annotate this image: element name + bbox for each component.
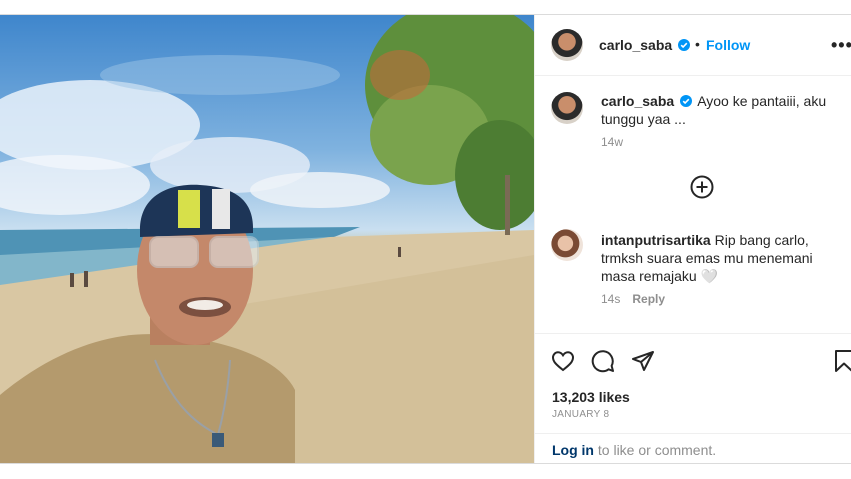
login-divider	[535, 433, 851, 434]
actions-divider	[535, 333, 851, 334]
verified-badge-icon	[680, 95, 693, 107]
paper-plane-icon[interactable]	[631, 349, 655, 373]
bookmark-icon[interactable]	[832, 349, 851, 373]
reply-button[interactable]: Reply	[632, 292, 665, 306]
header-separator: •	[695, 36, 700, 52]
comment-meta: 14s Reply	[601, 292, 665, 306]
caption-username[interactable]: carlo_saba	[601, 93, 674, 109]
caption-avatar[interactable]	[551, 92, 583, 124]
beach-selfie-illustration	[0, 15, 534, 463]
comment-text-block: intanputrisartika Rip bang carlo, trmksh…	[601, 231, 841, 285]
caption-age[interactable]: 14w	[601, 135, 623, 149]
post-date[interactable]: JANUARY 8	[552, 409, 609, 420]
verified-badge-icon	[678, 39, 690, 51]
more-options-button[interactable]: •••	[831, 35, 851, 56]
follow-button[interactable]: Follow	[706, 37, 750, 53]
login-prompt: Log in to like or comment.	[552, 442, 716, 458]
login-link[interactable]: Log in	[552, 442, 594, 458]
comment-bubble-icon[interactable]	[591, 349, 615, 373]
post-frame: carlo_saba • Follow ••• carlo_saba Ayoo …	[0, 14, 851, 464]
comment-age[interactable]: 14s	[601, 292, 620, 306]
author-avatar[interactable]	[551, 29, 583, 61]
post-photo[interactable]	[0, 15, 534, 463]
heart-icon[interactable]	[551, 349, 575, 373]
likes-count[interactable]: 13,203 likes	[552, 389, 630, 405]
caption-text-block: carlo_saba Ayoo ke pantaiii, aku tunggu …	[601, 92, 841, 128]
author-username[interactable]: carlo_saba	[599, 37, 672, 53]
post-details-pane: carlo_saba • Follow ••• carlo_saba Ayoo …	[534, 15, 851, 463]
commenter-username[interactable]: intanputrisartika	[601, 232, 711, 248]
add-comment-icon[interactable]	[690, 175, 714, 199]
commenter-avatar[interactable]	[551, 229, 583, 261]
header-divider	[535, 75, 851, 76]
login-prompt-text: to like or comment.	[594, 442, 717, 458]
